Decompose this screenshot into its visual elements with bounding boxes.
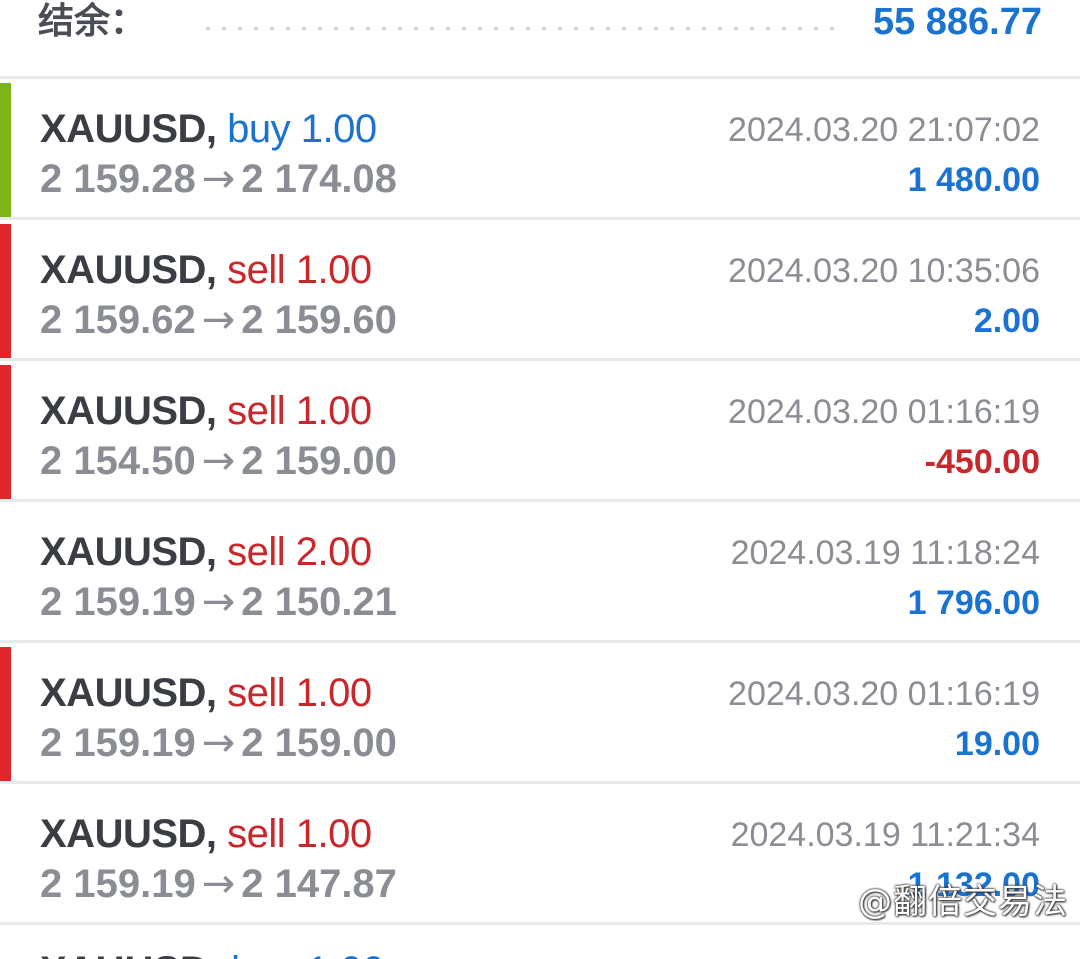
trade-indicator-bar	[0, 647, 11, 781]
open-price: 2 159.19	[40, 721, 196, 765]
trade-prices: 2 159.62 → 2 159.60	[40, 296, 397, 344]
trade-side: sell 2.00	[227, 530, 372, 574]
trade-side: sell 1.00	[227, 812, 372, 856]
open-price: 2 154.50	[40, 439, 196, 483]
trade-symbol-text: XAUUSD,	[40, 389, 217, 433]
trade-row-partial[interactable]: XAUUSD, buy 1.00	[0, 929, 1080, 959]
trade-row[interactable]: XAUUSD, sell 1.00 2 159.19 → 2 159.00 2024.0…	[0, 643, 1080, 784]
trade-profit: 2.00	[973, 302, 1040, 340]
arrow-right-icon: →	[201, 579, 236, 625]
trade-indicator-bar	[0, 83, 11, 217]
arrow-right-icon: →	[201, 297, 236, 343]
trade-time: 2024.03.20 01:16:19	[728, 393, 1040, 431]
trade-row[interactable]: XAUUSD, sell 1.00 2 159.62 → 2 159.60 2024.0…	[0, 220, 1080, 361]
trade-time: 2024.03.20 01:16:19	[728, 675, 1040, 713]
close-price: 2 159.00	[241, 721, 397, 765]
trade-symbol-text: XAUUSD,	[40, 530, 217, 574]
balance-label: 结余：	[38, 1, 147, 42]
trade-prices: 2 159.28 → 2 174.08	[40, 155, 397, 203]
trade-profit: -450.00	[924, 443, 1040, 481]
trade-symbol-text: XAUUSD,	[40, 107, 217, 151]
trade-symbol: XAUUSD, sell 1.00	[40, 246, 372, 294]
trade-time: 2024.03.20 10:35:06	[728, 252, 1040, 290]
open-price: 2 159.62	[40, 298, 196, 342]
trade-row[interactable]: XAUUSD, sell 1.00 2 154.50 → 2 159.00 2024.0…	[0, 361, 1080, 502]
trade-history-list: XAUUSD, buy 1.00 2 159.28 → 2 174.08 2024.03…	[0, 79, 1080, 925]
trade-side: sell 1.00	[227, 248, 372, 292]
open-price: 2 159.28	[40, 157, 196, 201]
trade-prices: 2 159.19 → 2 150.21	[40, 578, 397, 626]
trade-symbol: XAUUSD, buy 1.00	[40, 947, 385, 959]
close-price: 2 150.21	[241, 580, 397, 624]
leader-dots	[200, 26, 840, 30]
arrow-right-icon: →	[201, 720, 236, 766]
trade-symbol-text: XAUUSD,	[40, 671, 217, 715]
trade-symbol-text: XAUUSD,	[40, 248, 217, 292]
arrow-right-icon: →	[201, 861, 236, 907]
trade-time: 2024.03.19 11:21:34	[730, 816, 1040, 854]
trade-symbol: XAUUSD, sell 1.00	[40, 810, 372, 858]
close-price: 2 159.60	[241, 298, 397, 342]
trade-indicator-bar	[0, 365, 11, 499]
trade-indicator-bar	[0, 224, 11, 358]
open-price: 2 159.19	[40, 862, 196, 906]
trade-row[interactable]: XAUUSD, buy 1.00 2 159.28 → 2 174.08 2024.03…	[0, 79, 1080, 220]
trade-symbol: XAUUSD, sell 1.00	[40, 387, 372, 435]
trade-side: sell 1.00	[227, 671, 372, 715]
trade-time: 2024.03.19 11:18:24	[730, 534, 1040, 572]
trade-symbol: XAUUSD, sell 1.00	[40, 669, 372, 717]
trade-prices: 2 154.50 → 2 159.00	[40, 437, 397, 485]
trade-row[interactable]: XAUUSD, sell 2.00 2 159.19 → 2 150.21 2024.0…	[0, 502, 1080, 643]
trade-profit: 1 480.00	[907, 161, 1040, 199]
balance-value: 55 886.77	[872, 1, 1042, 43]
balance-row: 结余： 55 886.77	[0, 0, 1080, 76]
trade-profit: 19.00	[954, 725, 1040, 763]
close-price: 2 159.00	[241, 439, 397, 483]
close-price: 2 147.87	[241, 862, 397, 906]
arrow-right-icon: →	[201, 438, 236, 484]
trade-side: buy 1.00	[231, 949, 384, 959]
watermark: @翻倍交易法	[858, 882, 1068, 922]
open-price: 2 159.19	[40, 580, 196, 624]
trade-time: 2024.03.20 21:07:02	[728, 111, 1040, 149]
trade-side: sell 1.00	[227, 389, 372, 433]
trade-symbol-text: XAUUSD,	[40, 812, 217, 856]
trade-prices: 2 159.19 → 2 147.87	[40, 860, 397, 908]
close-price: 2 174.08	[241, 157, 397, 201]
arrow-right-icon: →	[201, 156, 236, 202]
trade-profit: 1 796.00	[907, 584, 1040, 622]
trade-symbol: XAUUSD, sell 2.00	[40, 528, 372, 576]
trade-side: buy 1.00	[227, 107, 377, 151]
trade-prices: 2 159.19 → 2 159.00	[40, 719, 397, 767]
trade-symbol: XAUUSD, buy 1.00	[40, 105, 377, 153]
